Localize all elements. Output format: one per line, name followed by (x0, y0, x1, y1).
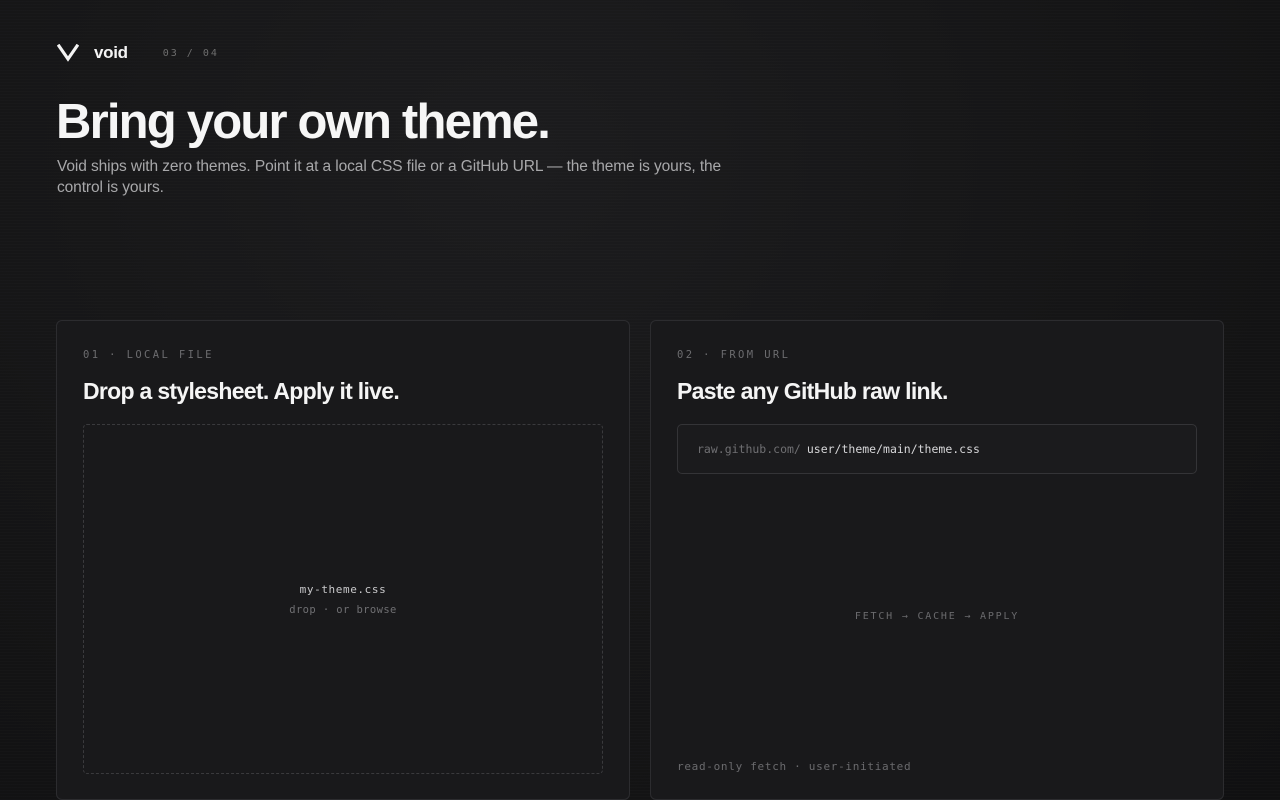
browse-link[interactable]: browse (356, 604, 396, 616)
card-footnote: read-only fetch · user-initiated (677, 760, 912, 773)
card-eyebrow: 01 · LOCAL FILE (83, 349, 214, 361)
drop-hint: drop · or browse (289, 604, 397, 616)
v-chevron-icon[interactable] (56, 43, 80, 62)
dropped-filename: my-theme.css (299, 582, 387, 596)
page-title: Bring your own theme. (56, 95, 551, 149)
card-title: Paste any GitHub raw link. (677, 378, 948, 404)
url-prefix: raw.github.com/ (697, 442, 801, 456)
app-header: void 03 / 04 (56, 42, 219, 64)
drop-hint-text: drop · or (289, 603, 357, 616)
page-counter: 03 / 04 (162, 47, 219, 59)
stylesheet-dropzone[interactable]: my-theme.css drop · or browse (83, 424, 603, 774)
card-eyebrow: 02 · FROM URL (677, 349, 791, 361)
github-url-input[interactable]: raw.github.com/ user/theme/main/theme.cs… (677, 424, 1197, 474)
url-path-value[interactable]: user/theme/main/theme.css (807, 442, 980, 456)
card-title: Drop a stylesheet. Apply it live. (83, 378, 400, 404)
from-url-card: 02 · FROM URL Paste any GitHub raw link.… (650, 320, 1224, 800)
page-description: Void ships with zero themes. Point it at… (57, 158, 722, 196)
local-file-card: 01 · LOCAL FILE Drop a stylesheet. Apply… (56, 320, 630, 800)
fetch-pipeline-label: FETCH → CACHE → APPLY (854, 611, 1020, 622)
brand-name[interactable]: void (94, 43, 128, 63)
